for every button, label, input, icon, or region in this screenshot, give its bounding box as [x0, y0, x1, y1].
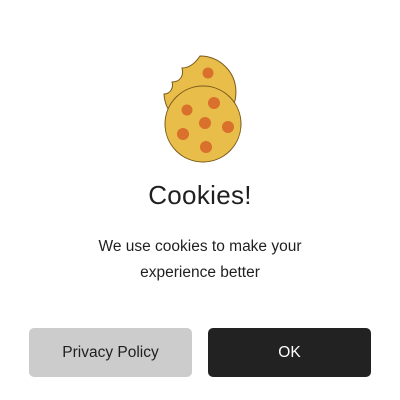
message-line: experience better	[140, 264, 260, 281]
message-line: We use cookies to make your	[98, 238, 302, 255]
cookie-icon	[163, 55, 242, 163]
privacy-policy-button[interactable]: Privacy Policy	[29, 328, 192, 377]
dialog-message: We use cookies to make your experience b…	[60, 234, 340, 286]
dialog-title: Cookies!	[148, 180, 252, 210]
front-cookie	[164, 85, 242, 163]
cookie-consent-dialog: Cookies! We use cookies to make your exp…	[0, 0, 400, 400]
ok-button[interactable]: OK	[208, 328, 371, 377]
